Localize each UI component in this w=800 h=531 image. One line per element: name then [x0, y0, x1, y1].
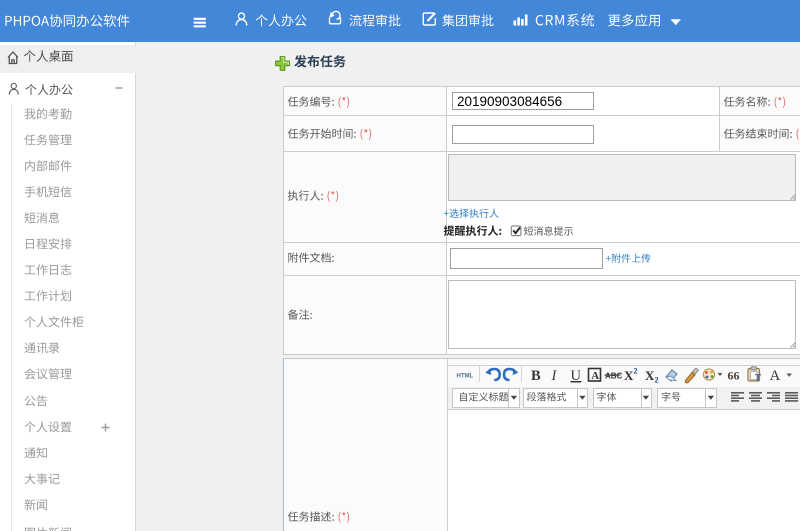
svg-text:2: 2 [634, 367, 638, 376]
svg-text:HTML: HTML [457, 374, 474, 380]
svg-text:T: T [755, 373, 761, 383]
svg-text:2: 2 [655, 376, 659, 385]
svg-text:A: A [770, 368, 781, 384]
svg-text:ABC: ABC [605, 372, 623, 381]
svg-text:X: X [624, 368, 634, 383]
svg-text:A: A [591, 370, 599, 382]
svg-text:X: X [645, 368, 655, 383]
svg-text:B: B [531, 368, 541, 384]
svg-text:I: I [551, 368, 558, 384]
svg-text:66: 66 [728, 369, 740, 383]
